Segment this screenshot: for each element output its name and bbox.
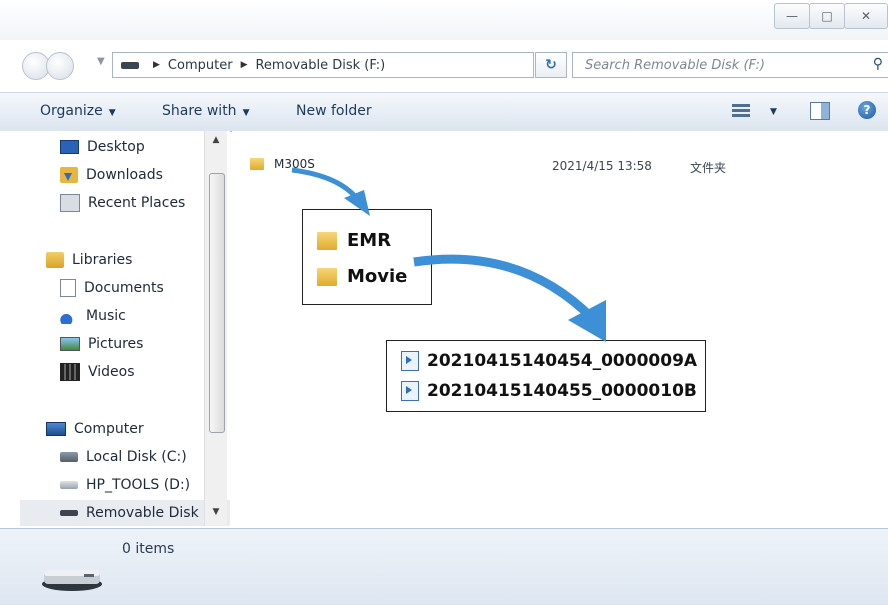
organize-label: Organize (40, 103, 103, 119)
share-with-label: Share with (162, 103, 237, 119)
video-file[interactable]: 20210415140454_0000009A (401, 351, 697, 371)
nav-item-label: Documents (84, 280, 164, 296)
pictures-icon (60, 337, 80, 351)
nav-item-removable-disk-f[interactable]: Removable Disk ( (60, 501, 209, 525)
nav-item-pictures[interactable]: Pictures (60, 332, 143, 356)
date-modified: 2021/4/15 13:58 (552, 159, 652, 173)
view-options-icon[interactable] (732, 102, 750, 118)
file-list: M300S 2021/4/15 13:58 文件夹 EMR Movie 2021… (232, 131, 888, 526)
chevron-down-icon: ▼ (242, 108, 250, 118)
item-type: 文件夹 (690, 161, 727, 175)
nav-item-label: Computer (74, 421, 144, 437)
nav-item-label: Recent Places (88, 195, 186, 211)
nav-item-label: Local Disk (C:) (86, 449, 187, 465)
search-placeholder: Search Removable Disk (F:) (585, 57, 765, 73)
refresh-button[interactable]: ↻ (535, 52, 567, 78)
new-folder-button[interactable]: New folder (296, 103, 372, 119)
nav-item-recent-places[interactable]: Recent Places (60, 191, 185, 215)
search-input[interactable]: Search Removable Disk (F:) ⚲ (572, 52, 888, 78)
music-icon (60, 308, 78, 324)
nav-item-hp-tools-d[interactable]: HP_TOOLS (D:) (60, 473, 190, 497)
scroll-down-icon[interactable]: ▼ (205, 507, 227, 525)
hp-tools-drive-icon (60, 481, 78, 489)
breadcrumb-separator-icon[interactable]: ▶ (241, 60, 248, 70)
scroll-thumb[interactable] (209, 173, 225, 433)
local-disk-icon (60, 452, 78, 462)
command-bar: Organize ▼ Share with ▼ New folder ▼ ? (0, 92, 888, 132)
documents-icon (60, 279, 76, 297)
breadcrumb-computer[interactable]: Computer (168, 58, 233, 73)
nav-item-computer[interactable]: Computer (46, 417, 144, 441)
folder-icon (317, 231, 337, 250)
removable-drive-icon (121, 61, 139, 69)
file-name: 20210415140454_0000009A (427, 351, 698, 371)
recent-places-icon (60, 194, 80, 212)
details-pane: 0 items (0, 528, 888, 605)
explorer-window: — □ ✕ ▼ ▶ Computer ▶ Removable Disk (F:)… (0, 0, 888, 605)
chevron-down-icon: ▼ (108, 108, 116, 118)
videos-icon (60, 363, 80, 381)
scroll-up-icon[interactable]: ▲ (205, 135, 227, 153)
nav-item-desktop[interactable]: Desktop (60, 135, 145, 159)
video-file-icon (401, 381, 419, 401)
list-item[interactable]: M300S (250, 157, 315, 171)
preview-pane-button[interactable] (810, 102, 830, 120)
address-bar[interactable]: ▶ Computer ▶ Removable Disk (F:) ▼ (112, 52, 630, 78)
downloads-icon (60, 167, 78, 183)
organize-menu[interactable]: Organize ▼ (40, 103, 116, 119)
nav-item-label: HP_TOOLS (D:) (86, 477, 191, 493)
address-row: ▼ ▶ Computer ▶ Removable Disk (F:) ▼ ↻ S… (0, 42, 888, 88)
nav-item-music[interactable]: Music (60, 304, 126, 328)
removable-drive-large-icon (42, 570, 102, 591)
navigation-pane: Desktop Downloads Recent Places Librarie… (0, 131, 230, 526)
subfolder-emr[interactable]: EMR (317, 230, 391, 251)
breadcrumb-separator-icon[interactable]: ▶ (153, 60, 160, 70)
nav-item-local-disk-c[interactable]: Local Disk (C:) (60, 445, 187, 469)
video-file-icon (401, 351, 419, 371)
folder-name: M300S (274, 157, 315, 171)
nav-item-label: Pictures (88, 336, 144, 352)
breadcrumb-removable-disk[interactable]: Removable Disk (F:) (255, 58, 385, 73)
close-button[interactable]: ✕ (844, 3, 888, 29)
nav-item-label: Music (86, 308, 126, 324)
subfolder-movie[interactable]: Movie (317, 266, 407, 287)
nav-item-label: Desktop (87, 139, 145, 155)
nav-item-label: Videos (88, 364, 135, 380)
subfolder-name: EMR (347, 230, 392, 251)
recent-pages-dropdown[interactable]: ▼ (97, 56, 105, 67)
chevron-down-icon[interactable]: ▼ (770, 107, 777, 117)
item-count: 0 items (122, 541, 175, 557)
title-bar: — □ ✕ (0, 0, 888, 40)
video-file[interactable]: 20210415140455_0000010B (401, 381, 697, 401)
minimize-button[interactable]: — (774, 3, 810, 29)
video-files-callout: 20210415140454_0000009A 20210415140455_0… (386, 340, 706, 412)
nav-item-downloads[interactable]: Downloads (60, 163, 163, 187)
search-icon[interactable]: ⚲ (873, 56, 883, 72)
nav-item-libraries[interactable]: Libraries (46, 248, 132, 272)
subfolder-name: Movie (347, 266, 408, 287)
nav-item-videos[interactable]: Videos (60, 360, 135, 384)
maximize-button[interactable]: □ (809, 3, 845, 29)
nav-scrollbar[interactable]: ▲ ▼ (204, 131, 227, 526)
nav-item-label: Downloads (86, 167, 163, 183)
folder-icon (250, 158, 264, 170)
libraries-icon (46, 252, 64, 268)
nav-item-label: Libraries (72, 252, 133, 268)
caption-buttons: — □ ✕ (774, 3, 888, 29)
subfolder-callout: EMR Movie (302, 209, 432, 305)
file-name: 20210415140455_0000010B (427, 381, 697, 401)
nav-item-label: Removable Disk ( (86, 505, 209, 521)
nav-item-documents[interactable]: Documents (60, 276, 164, 300)
forward-button[interactable] (46, 52, 74, 80)
computer-icon (46, 422, 66, 436)
help-button[interactable]: ? (858, 101, 876, 119)
folder-icon (317, 267, 337, 286)
desktop-icon (60, 140, 79, 154)
share-with-menu[interactable]: Share with ▼ (162, 103, 249, 119)
removable-drive-icon (60, 510, 78, 516)
